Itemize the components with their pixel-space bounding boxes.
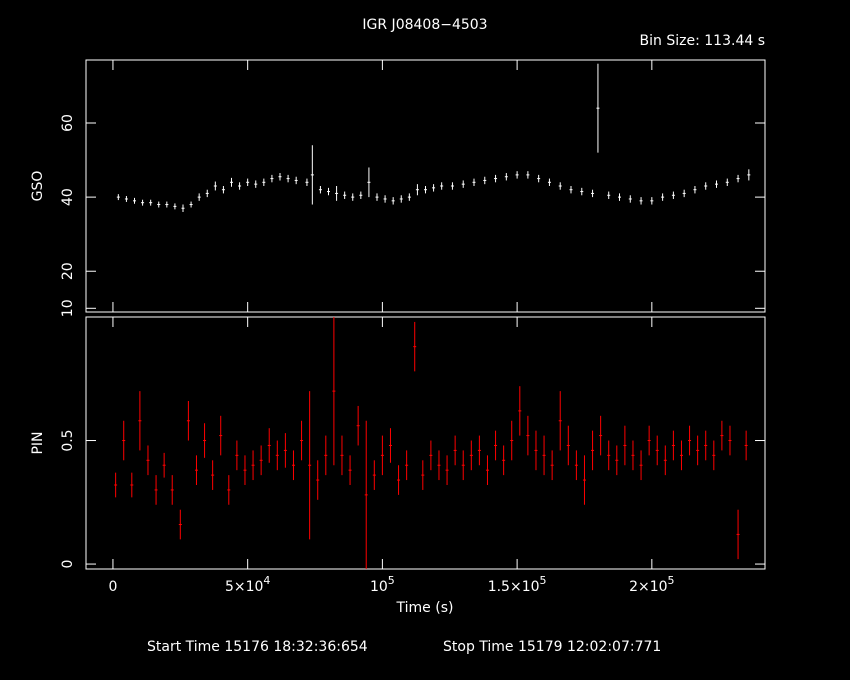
y-tick-label: 40 xyxy=(60,188,76,206)
pin-panel: 0 0.5 PIN xyxy=(30,316,766,570)
y-tick-label: 0.5 xyxy=(60,429,76,451)
chart-title: IGR J08408−4503 xyxy=(362,17,487,33)
x-axis-label: Time (s) xyxy=(396,600,454,616)
x-tick-label: 105 xyxy=(370,574,395,595)
y-tick-label: 10 xyxy=(60,299,76,317)
x-tick-label: 2×105 xyxy=(629,574,674,595)
data-points xyxy=(116,63,751,212)
data-points xyxy=(114,317,748,569)
y-axis-label: PIN xyxy=(30,431,46,454)
x-tick-label: 1.5×105 xyxy=(488,574,547,595)
stop-time: Stop Time 15179 12:02:07:771 xyxy=(443,639,661,655)
bin-size-label: Bin Size: 113.44 s xyxy=(640,33,765,49)
y-axis-label: GSO xyxy=(30,171,46,202)
y-tick-label: 20 xyxy=(60,262,76,280)
x-tick-label: 5×104 xyxy=(225,574,270,595)
gso-panel: 10 20 40 60 GSO xyxy=(30,59,766,317)
start-time: Start Time 15176 18:32:36:654 xyxy=(147,639,368,655)
light-curve-chart: IGR J08408−4503 Bin Size: 113.44 s 10 20 4… xyxy=(30,17,766,655)
y-tick-label: 0 xyxy=(60,560,76,569)
panel-frame xyxy=(85,316,766,570)
x-tick-label: 0 xyxy=(108,579,117,595)
y-tick-label: 60 xyxy=(60,114,76,132)
